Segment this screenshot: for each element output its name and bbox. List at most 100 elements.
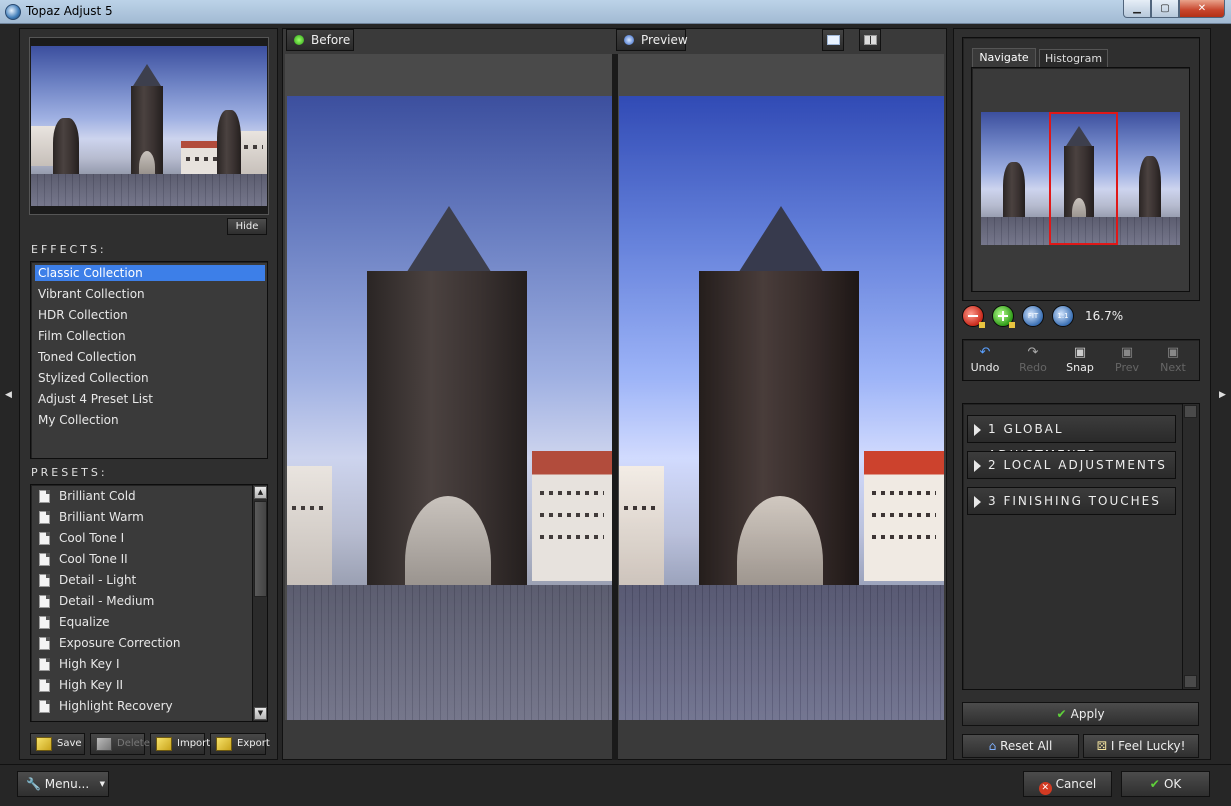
preset-doc-icon xyxy=(39,490,50,503)
collapse-left-icon[interactable]: ◀ xyxy=(5,390,12,400)
delete-icon xyxy=(96,737,112,751)
preset-item[interactable]: Detail - Light xyxy=(37,571,252,589)
minimize-button[interactable]: ▁ xyxy=(1123,0,1151,18)
presets-scrollbar[interactable]: ▲ ▼ xyxy=(252,485,267,721)
tab-histogram[interactable]: Histogram xyxy=(1039,49,1108,69)
tab-navigate[interactable]: Navigate xyxy=(972,48,1036,68)
undo-icon: ↶ xyxy=(979,345,991,360)
thumbnail-preview xyxy=(29,37,269,215)
preset-doc-icon xyxy=(39,574,50,587)
ok-check-icon: ✔ xyxy=(1149,777,1164,791)
preset-item[interactable]: High Key II xyxy=(37,676,252,694)
hide-button[interactable]: Hide xyxy=(227,218,267,235)
redo-button[interactable]: ↷ Redo xyxy=(1010,346,1056,374)
scroll-up-icon[interactable] xyxy=(1184,405,1197,418)
expand-arrow-icon xyxy=(974,460,981,472)
global-adjustments-button[interactable]: 1 GLOBAL ADJUSTMENTS xyxy=(967,415,1176,462)
snap-button[interactable]: ▣ Snap xyxy=(1057,346,1103,374)
zoom-fit-button[interactable]: FIT xyxy=(1022,305,1044,327)
preset-item[interactable]: Exposure Correction xyxy=(37,634,252,652)
export-button[interactable]: Export xyxy=(210,733,270,755)
preset-item[interactable]: Detail - Medium xyxy=(37,592,252,610)
before-dot-icon xyxy=(294,35,304,45)
apply-button[interactable]: ✔ Apply xyxy=(962,702,1199,726)
dice-icon: ⚄ xyxy=(1096,739,1111,753)
scroll-up-icon[interactable]: ▲ xyxy=(254,486,267,499)
undo-button[interactable]: ↶ Undo xyxy=(962,345,1008,374)
cancel-icon: ✕ xyxy=(1038,782,1052,795)
preset-doc-icon xyxy=(39,595,50,608)
before-image[interactable] xyxy=(287,96,612,720)
scroll-thumb[interactable] xyxy=(254,501,267,597)
zoom-100-button[interactable]: 1:1 xyxy=(1052,305,1074,327)
effect-item-hdr[interactable]: HDR Collection xyxy=(35,307,265,323)
preset-doc-icon xyxy=(39,553,50,566)
zoom-in-button[interactable] xyxy=(992,305,1015,328)
preset-item[interactable]: Cool Tone I xyxy=(37,529,252,547)
preset-item[interactable]: Cool Tone II xyxy=(37,550,252,568)
preset-doc-icon xyxy=(39,532,50,545)
effects-label: EFFECTS: xyxy=(31,243,107,256)
chevron-down-icon: ▼ xyxy=(99,780,105,788)
effects-list: Classic Collection Vibrant Collection HD… xyxy=(30,261,268,459)
reset-icon: ⌂ xyxy=(988,739,1001,753)
preset-item[interactable]: Brilliant Warm xyxy=(37,508,252,526)
close-button[interactable]: ✕ xyxy=(1179,0,1225,18)
finishing-touches-button[interactable]: 3 FINISHING TOUCHES xyxy=(967,487,1176,515)
presets-list: Brilliant Cold Brilliant Warm Cool Tone … xyxy=(30,484,268,722)
feel-lucky-button[interactable]: ⚄ I Feel Lucky! xyxy=(1083,734,1199,758)
expand-arrow-icon xyxy=(974,496,981,508)
tab-before[interactable]: Before xyxy=(286,29,354,51)
preset-item[interactable]: Highlight Recovery xyxy=(37,697,252,715)
effect-item-stylized[interactable]: Stylized Collection xyxy=(35,370,265,386)
preview-dot-icon xyxy=(624,35,634,45)
next-button[interactable]: ▣ Next xyxy=(1150,345,1196,374)
preset-doc-icon xyxy=(39,700,50,713)
window-title: Topaz Adjust 5 xyxy=(26,4,113,18)
thumbnail-image xyxy=(31,46,267,206)
effect-item-vibrant[interactable]: Vibrant Collection xyxy=(35,286,265,302)
reset-all-button[interactable]: ⌂ Reset All xyxy=(962,734,1079,758)
zoom-out-button[interactable] xyxy=(962,305,985,328)
preset-doc-icon xyxy=(39,637,50,650)
cancel-button[interactable]: ✕ Cancel xyxy=(1023,771,1112,797)
single-view-button[interactable] xyxy=(822,29,844,51)
prev-button[interactable]: ▣ Prev xyxy=(1104,345,1150,374)
adjustments-scrollbar[interactable] xyxy=(1182,404,1199,689)
collapse-right-icon[interactable]: ▶ xyxy=(1219,390,1226,400)
tab-preview[interactable]: Preview xyxy=(616,29,688,51)
prev-icon: ▣ xyxy=(1120,345,1134,360)
topaz-logo xyxy=(893,27,945,51)
split-divider[interactable] xyxy=(612,54,618,760)
scroll-down-icon[interactable] xyxy=(1184,675,1197,688)
next-icon: ▣ xyxy=(1166,345,1180,360)
preset-item[interactable]: Brilliant Cold xyxy=(37,487,252,505)
delete-button[interactable]: Delete xyxy=(90,733,150,755)
menu-button[interactable]: 🔧 Menu... ▼ xyxy=(17,771,109,797)
save-button[interactable]: Save xyxy=(30,733,85,755)
presets-label: PRESETS: xyxy=(31,466,108,479)
zoom-level: 16.7% xyxy=(1085,309,1124,323)
import-icon xyxy=(156,737,172,751)
effect-item-toned[interactable]: Toned Collection xyxy=(35,349,265,365)
scroll-down-icon[interactable]: ▼ xyxy=(254,707,267,720)
window-controls: ▁ ▢ ✕ xyxy=(1123,0,1225,18)
split-view-button[interactable] xyxy=(859,29,881,51)
maximize-button[interactable]: ▢ xyxy=(1151,0,1179,18)
title-bar: Topaz Adjust 5 ▁ ▢ ✕ xyxy=(0,0,1231,24)
preset-item[interactable]: High Key I xyxy=(37,655,252,673)
effect-item-my-collection[interactable]: My Collection xyxy=(35,412,265,428)
navigator-view-box[interactable] xyxy=(1049,112,1118,245)
effect-item-adjust4[interactable]: Adjust 4 Preset List xyxy=(35,391,265,407)
effect-item-classic[interactable]: Classic Collection xyxy=(35,265,265,281)
ok-button[interactable]: ✔ OK xyxy=(1121,771,1210,797)
preview-image[interactable] xyxy=(619,96,944,720)
preset-item[interactable]: Equalize xyxy=(37,613,252,631)
preset-doc-icon xyxy=(39,679,50,692)
preset-doc-icon xyxy=(39,616,50,629)
wrench-icon: 🔧 xyxy=(26,777,45,791)
split-view-icon xyxy=(864,35,877,45)
local-adjustments-button[interactable]: 2 LOCAL ADJUSTMENTS xyxy=(967,451,1176,479)
import-button[interactable]: Import xyxy=(150,733,210,755)
effect-item-film[interactable]: Film Collection xyxy=(35,328,265,344)
